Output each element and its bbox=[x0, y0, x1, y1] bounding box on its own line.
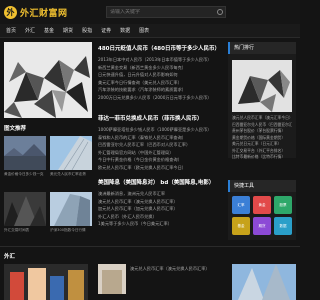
tool-button[interactable]: 期货 bbox=[253, 217, 271, 235]
news-headline[interactable]: 480日元贬值人民币（480日币等于多少人民币） bbox=[98, 44, 220, 52]
forex-image-1[interactable] bbox=[4, 264, 88, 300]
gallery-item[interactable]: 黄金价格今日多少钱一克 bbox=[4, 136, 46, 177]
nav-item-index[interactable]: 股指 bbox=[82, 27, 92, 34]
list-item[interactable]: 汽车涂装的技能要求（汽车涂装师的素质要求） bbox=[98, 86, 218, 94]
list-item[interactable]: 澳洲最新消息，澳洲元兑人民币汇率 bbox=[98, 190, 218, 198]
list-item[interactable]: 日元快速升值，日元升值对人民币影响如何 bbox=[98, 71, 218, 79]
gallery-item[interactable]: 外汇交易时间表 bbox=[4, 192, 46, 233]
gallery-caption: 黄金价格今日多少钱一克 bbox=[4, 172, 44, 176]
nav-item-fund[interactable]: 基金 bbox=[44, 27, 54, 34]
list-item[interactable]: 外汇管理局官方网站（中国外汇管理局） bbox=[98, 149, 218, 157]
logo-mark: 外 bbox=[4, 5, 17, 19]
nav-item-forex[interactable]: 外汇 bbox=[25, 27, 35, 34]
list-item[interactable]: 欧元兑人民币汇率（欧元兑换人民币汇率今日） bbox=[98, 164, 218, 172]
tool-button[interactable]: 黄金 bbox=[253, 196, 271, 214]
list-item[interactable]: 贵州茅台股价（茅台股票行情） bbox=[232, 128, 292, 135]
list-item[interactable]: 新西兰黄金交易（新西兰黄金多少人民币每克） bbox=[98, 64, 218, 72]
list-item[interactable]: 1美元等于多少人民币（今日美元汇率） bbox=[98, 220, 218, 228]
main-nav: 首页 外汇 基金 期货 股指 证券 数据 图表 bbox=[0, 24, 300, 38]
nav-item-home[interactable]: 首页 bbox=[6, 27, 16, 34]
forex-section: 外汇 澳元兑人民币汇率（澳元兑换人民币汇率） bbox=[0, 248, 300, 300]
list-item[interactable]: 加元兑人民币汇率（加元兑换人民币汇率） bbox=[98, 205, 218, 213]
hot-image[interactable] bbox=[232, 60, 292, 112]
nav-item-futures[interactable]: 期货 bbox=[63, 27, 73, 34]
logo-text: 外汇财富网 bbox=[20, 8, 68, 19]
gallery-image bbox=[4, 192, 46, 226]
list-item[interactable]: 美元汇率今日行情查询（美元兑人民币汇率） bbox=[98, 79, 218, 87]
gallery-image bbox=[4, 136, 46, 170]
forex-image-3[interactable] bbox=[232, 264, 296, 300]
nav-item-data[interactable]: 数据 bbox=[120, 27, 130, 34]
gallery-item[interactable]: 美元兑人民币汇率走势 bbox=[50, 136, 92, 177]
list-item[interactable]: 比特币最新价格（比特币行情） bbox=[232, 154, 292, 161]
news-block-3: 美国降息（美国降息对） bd（美国降息,电影） 澳洲最新消息，澳洲元兑人民币汇率… bbox=[98, 178, 218, 228]
tool-button[interactable]: 基金 bbox=[232, 217, 250, 235]
hot-ranking-title: 热门排行 bbox=[228, 42, 296, 54]
gallery-row-2: 外汇交易时间表 沪深300指数今日行情 bbox=[4, 192, 92, 233]
news-headline[interactable]: 菲达一菲币兑换成人民币（菲币换人民币） bbox=[98, 114, 218, 122]
hero-image[interactable] bbox=[4, 42, 92, 118]
search-icon[interactable] bbox=[217, 9, 223, 15]
quick-tools-panel: 快捷工具 汇率 黄金 股票 基金 期货 数据 bbox=[228, 180, 296, 240]
search-box[interactable] bbox=[106, 6, 226, 18]
tool-button[interactable]: 汇率 bbox=[232, 196, 250, 214]
gallery-caption: 美元兑人民币汇率走势 bbox=[50, 172, 86, 176]
search-input[interactable] bbox=[107, 9, 211, 15]
forex-news[interactable]: 澳元兑人民币汇率（澳元兑换人民币汇率） bbox=[130, 266, 220, 272]
list-item[interactable]: 巴西雷亚尔兑人民币汇率（巴西币对人民币汇率） bbox=[98, 141, 218, 149]
tool-button[interactable]: 股票 bbox=[274, 196, 292, 214]
gallery-caption: 沪深300指数今日行情 bbox=[50, 228, 86, 232]
hot-ranking-panel: 热门排行 澳元兑人民币汇率（澳元汇率今日） 巴西雷亚尔兑人民币（巴西雷亚尔汇率）… bbox=[228, 42, 296, 161]
news-headline[interactable]: 美国降息（美国降息对） bd（美国降息,电影） bbox=[98, 178, 218, 186]
nav-item-charts[interactable]: 图表 bbox=[139, 27, 149, 34]
news-block-2: 菲达一菲币兑换成人民币（菲币换人民币） 1000萨摩亚塔拉多少钱人民币（1000… bbox=[98, 114, 218, 171]
list-item[interactable]: 澳元兑人民币汇率（澳元兑换人民币汇率） bbox=[98, 198, 218, 206]
forex-section-title: 外汇 bbox=[4, 254, 16, 260]
list-item[interactable]: 外汇人民币（外汇人民币兑换） bbox=[98, 213, 218, 221]
list-item[interactable]: 1000萨摩亚塔拉多少钱人民币（1000萨摩亚是多少人民币） bbox=[98, 126, 218, 134]
section-divider bbox=[0, 246, 300, 247]
forex-image-2[interactable] bbox=[98, 264, 126, 294]
list-item[interactable]: 澳元兑人民币汇率（澳元汇率今日） bbox=[232, 115, 292, 122]
list-item[interactable]: 2013年日本中对人民币（2013年日本币值等于多少人民币） bbox=[98, 56, 218, 64]
list-item[interactable]: 今日中行黄金价格（今日金价黄金价格查询） bbox=[98, 156, 218, 164]
news-block-1: 480日元贬值人民币（480日币等于多少人民币） 2013年日本中对人民币（20… bbox=[98, 44, 220, 102]
top-bar: 外 外汇财富网 bbox=[0, 0, 300, 24]
gallery-image bbox=[50, 192, 92, 226]
tool-button[interactable]: 数据 bbox=[274, 217, 292, 235]
nav-item-securities[interactable]: 证券 bbox=[101, 27, 111, 34]
gallery-image bbox=[50, 136, 92, 170]
gallery-caption: 外汇交易时间表 bbox=[4, 228, 30, 232]
gallery-item[interactable]: 沪深300指数今日行情 bbox=[50, 192, 92, 233]
gallery-title: 图文推荐 bbox=[4, 126, 27, 132]
list-item[interactable]: 泰铢和人民币的汇率（泰铢兑人民币汇率查询） bbox=[98, 134, 218, 142]
quick-tools-title: 快捷工具 bbox=[228, 180, 296, 192]
gallery-row-1: 黄金价格今日多少钱一克 美元兑人民币汇率走势 bbox=[4, 136, 92, 177]
list-item[interactable]: 2000万日元兑换多少人民币（2000万日元等于多少人民币） bbox=[98, 94, 218, 102]
site-logo[interactable]: 外 外汇财富网 bbox=[4, 4, 76, 20]
